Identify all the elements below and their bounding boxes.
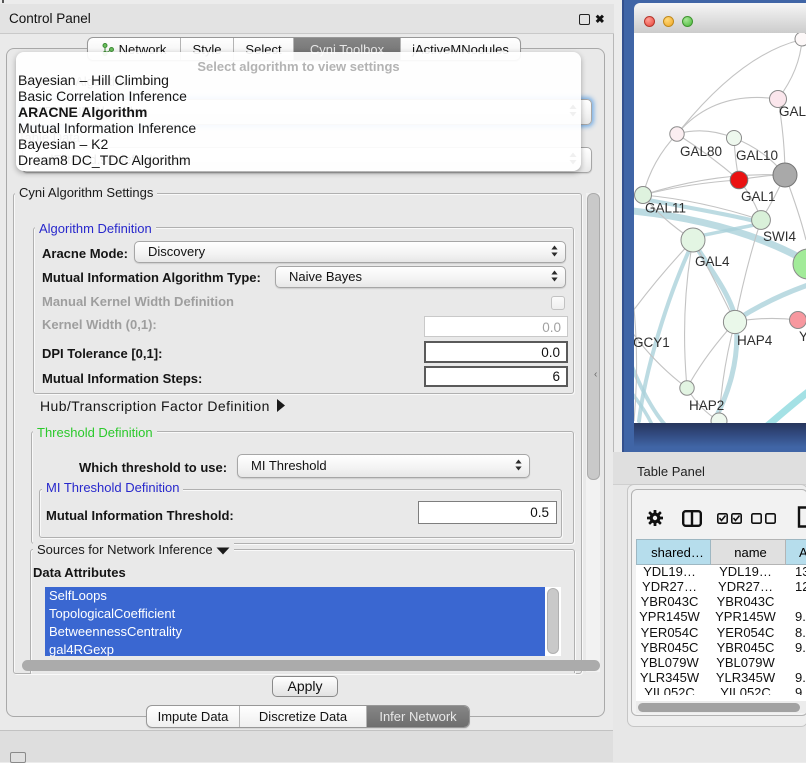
svg-text:GAL1: GAL1 [741, 189, 776, 204]
svg-text:HAP2: HAP2 [689, 398, 724, 413]
svg-text:GAL4: GAL4 [695, 254, 730, 269]
svg-text:SWI4: SWI4 [763, 229, 796, 244]
svg-text:GCY1: GCY1 [634, 335, 670, 350]
svg-text:Y: Y [799, 329, 806, 344]
svg-text:GAL10: GAL10 [736, 148, 778, 163]
svg-text:GAL2: GAL2 [779, 104, 806, 119]
svg-text:GAL11: GAL11 [645, 201, 686, 216]
svg-text:GAL80: GAL80 [680, 144, 722, 159]
svg-text:HAP4: HAP4 [737, 333, 773, 348]
